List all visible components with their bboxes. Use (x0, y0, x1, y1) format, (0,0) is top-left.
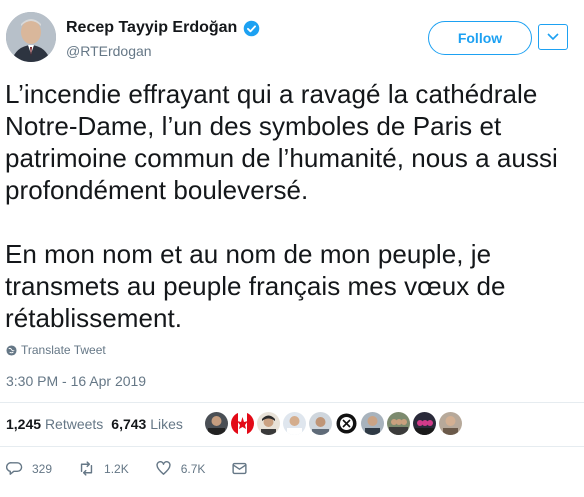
divider (0, 402, 584, 403)
liker-avatar[interactable] (257, 412, 280, 435)
reply-count: 329 (32, 461, 53, 476)
more-options-button[interactable] (538, 24, 568, 50)
translate-label[interactable]: Translate Tweet (21, 343, 106, 357)
liker-avatar[interactable] (309, 412, 332, 435)
likes-stat[interactable]: 6,743 Likes (111, 416, 183, 432)
liker-avatar[interactable] (439, 412, 462, 435)
mail-icon (232, 462, 247, 475)
user-handle[interactable]: @RTErdogan (66, 43, 152, 59)
retweets-label: Retweets (44, 416, 104, 432)
retweet-icon (80, 461, 93, 476)
tweet-paragraph: L’incendie effrayant qui a ravagé la cat… (5, 79, 558, 205)
tweet-stats: 1,245 Retweets 6,743 Likes (6, 416, 183, 432)
liker-avatar[interactable] (283, 412, 306, 435)
globe-icon (6, 344, 17, 356)
like-count: 6.7K (180, 461, 206, 476)
chevron-down-icon (547, 33, 559, 41)
liker-avatar[interactable] (231, 412, 254, 435)
tweet-paragraph: En mon nom et au nom de mon peuple, je t… (5, 239, 506, 333)
likers-avatars (205, 412, 462, 435)
avatar[interactable] (6, 12, 56, 62)
retweets-count: 1,245 (6, 416, 42, 432)
display-name[interactable]: Recep Tayyip Erdoğan (66, 19, 237, 37)
reply-icon (6, 462, 23, 475)
tweet-timestamp[interactable]: 3:30 PM - 16 Apr 2019 (6, 373, 146, 389)
liker-avatar[interactable] (413, 412, 436, 435)
likes-label: Likes (150, 416, 183, 432)
follow-button[interactable]: Follow (428, 21, 532, 55)
divider (0, 446, 584, 447)
retweets-stat[interactable]: 1,245 Retweets (6, 416, 103, 432)
reply-button[interactable]: 329 (6, 460, 52, 477)
direct-message-button[interactable] (231, 460, 248, 477)
liker-avatar[interactable] (335, 412, 358, 435)
liker-avatar[interactable] (205, 412, 228, 435)
translate-tweet-link[interactable]: Translate Tweet (6, 343, 106, 357)
liker-avatar[interactable] (361, 412, 384, 435)
tweet-text: L’incendie effrayant qui a ravagé la cat… (5, 78, 577, 334)
liker-avatar[interactable] (387, 412, 410, 435)
likes-count: 6,743 (111, 416, 147, 432)
verified-badge-icon (243, 20, 260, 37)
tweet-actions: 329 1.2K 6.7K (6, 460, 274, 477)
retweet-button[interactable]: 1.2K (78, 460, 129, 477)
heart-icon (156, 461, 171, 475)
retweet-count: 1.2K (104, 461, 129, 476)
like-button[interactable]: 6.7K (155, 460, 206, 477)
